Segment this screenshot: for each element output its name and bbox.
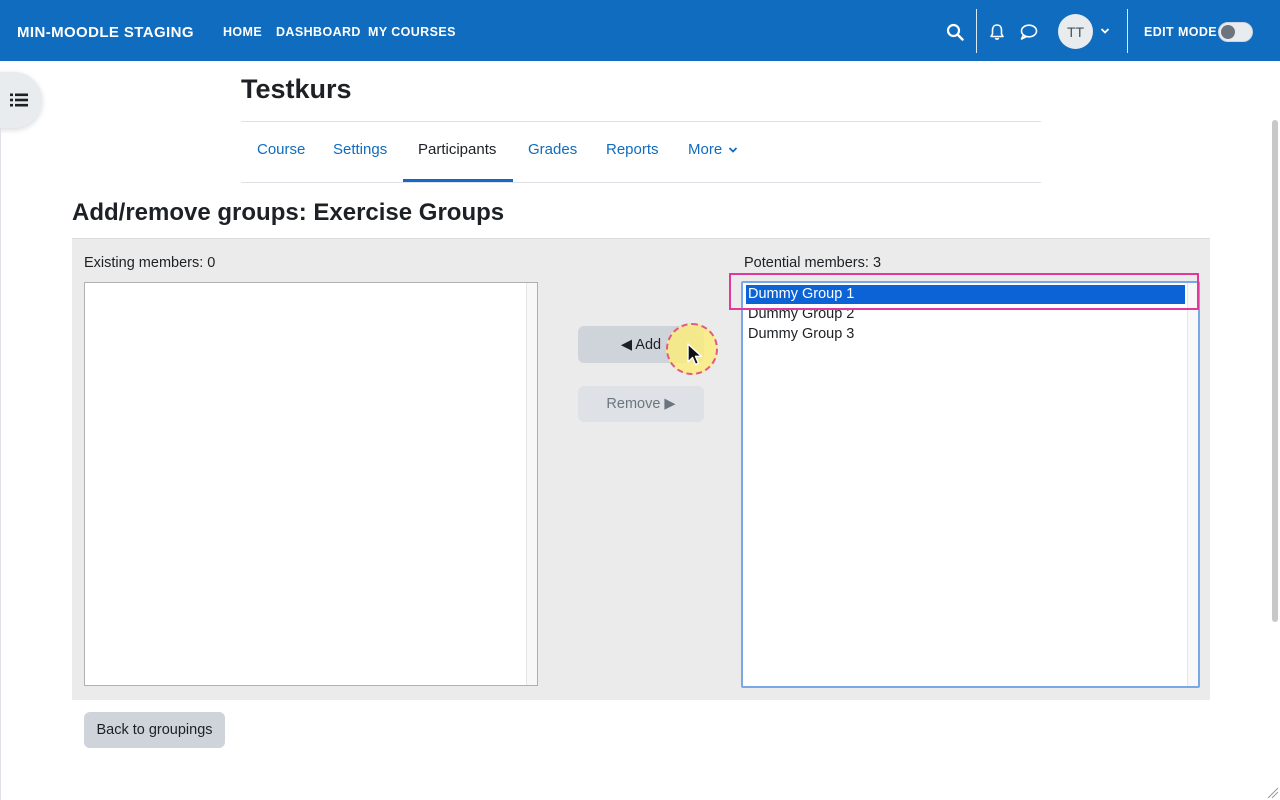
- top-navbar: MIN-MOODLE STAGING HOME DASHBOARD MY COU…: [0, 0, 1280, 61]
- tab-settings[interactable]: Settings: [333, 141, 387, 158]
- bell-icon[interactable]: [988, 23, 1006, 41]
- header-divider: [241, 121, 1041, 122]
- nav-home-link[interactable]: HOME: [223, 25, 262, 39]
- nav-my-courses-link[interactable]: MY COURSES: [368, 25, 456, 39]
- nav-dashboard-link[interactable]: DASHBOARD: [276, 25, 361, 39]
- potential-members-list[interactable]: Dummy Group 1 Dummy Group 2 Dummy Group …: [741, 281, 1200, 688]
- tab-more[interactable]: More: [688, 141, 738, 158]
- existing-members-label: Existing members: 0: [84, 255, 216, 271]
- chevron-down-icon: [729, 147, 738, 153]
- page-heading: Add/remove groups: Exercise Groups: [72, 199, 505, 226]
- tab-grades[interactable]: Grades: [528, 141, 577, 158]
- chat-icon[interactable]: [1019, 23, 1038, 41]
- list-scrollbar[interactable]: [526, 283, 537, 685]
- course-title: Testkurs: [241, 74, 352, 104]
- back-to-groupings-button[interactable]: Back to groupings: [84, 712, 225, 748]
- edit-mode-label: EDIT MODE: [1144, 25, 1218, 39]
- course-index-toggle[interactable]: [0, 72, 42, 128]
- remove-button[interactable]: Remove ▶: [578, 386, 704, 422]
- navbar-divider: [1127, 9, 1128, 53]
- list-item[interactable]: Dummy Group 1: [746, 285, 1185, 304]
- search-icon[interactable]: [946, 23, 964, 41]
- toggle-knob: [1221, 25, 1235, 39]
- potential-members-label: Potential members: 3: [744, 255, 882, 271]
- tab-course[interactable]: Course: [257, 141, 305, 158]
- chevron-down-icon[interactable]: [1100, 27, 1110, 35]
- resize-grip-icon[interactable]: [1266, 786, 1278, 798]
- page-edge: [0, 128, 1, 800]
- user-avatar[interactable]: TT: [1058, 14, 1093, 49]
- tab-participants[interactable]: Participants: [418, 141, 496, 158]
- list-icon: [10, 93, 28, 107]
- list-scrollbar[interactable]: [1187, 283, 1198, 686]
- list-item[interactable]: Dummy Group 3: [746, 325, 1185, 344]
- page-scrollbar[interactable]: [1272, 120, 1278, 622]
- list-item[interactable]: Dummy Group 2: [746, 305, 1185, 324]
- site-brand[interactable]: MIN-MOODLE STAGING: [17, 24, 194, 41]
- navbar-divider: [976, 9, 977, 53]
- existing-members-list[interactable]: [84, 282, 538, 686]
- tab-reports[interactable]: Reports: [606, 141, 659, 158]
- tabs-divider: [241, 182, 1041, 183]
- mouse-cursor-icon: [687, 343, 703, 366]
- tab-more-label: More: [688, 141, 723, 158]
- edit-mode-toggle[interactable]: [1218, 22, 1253, 42]
